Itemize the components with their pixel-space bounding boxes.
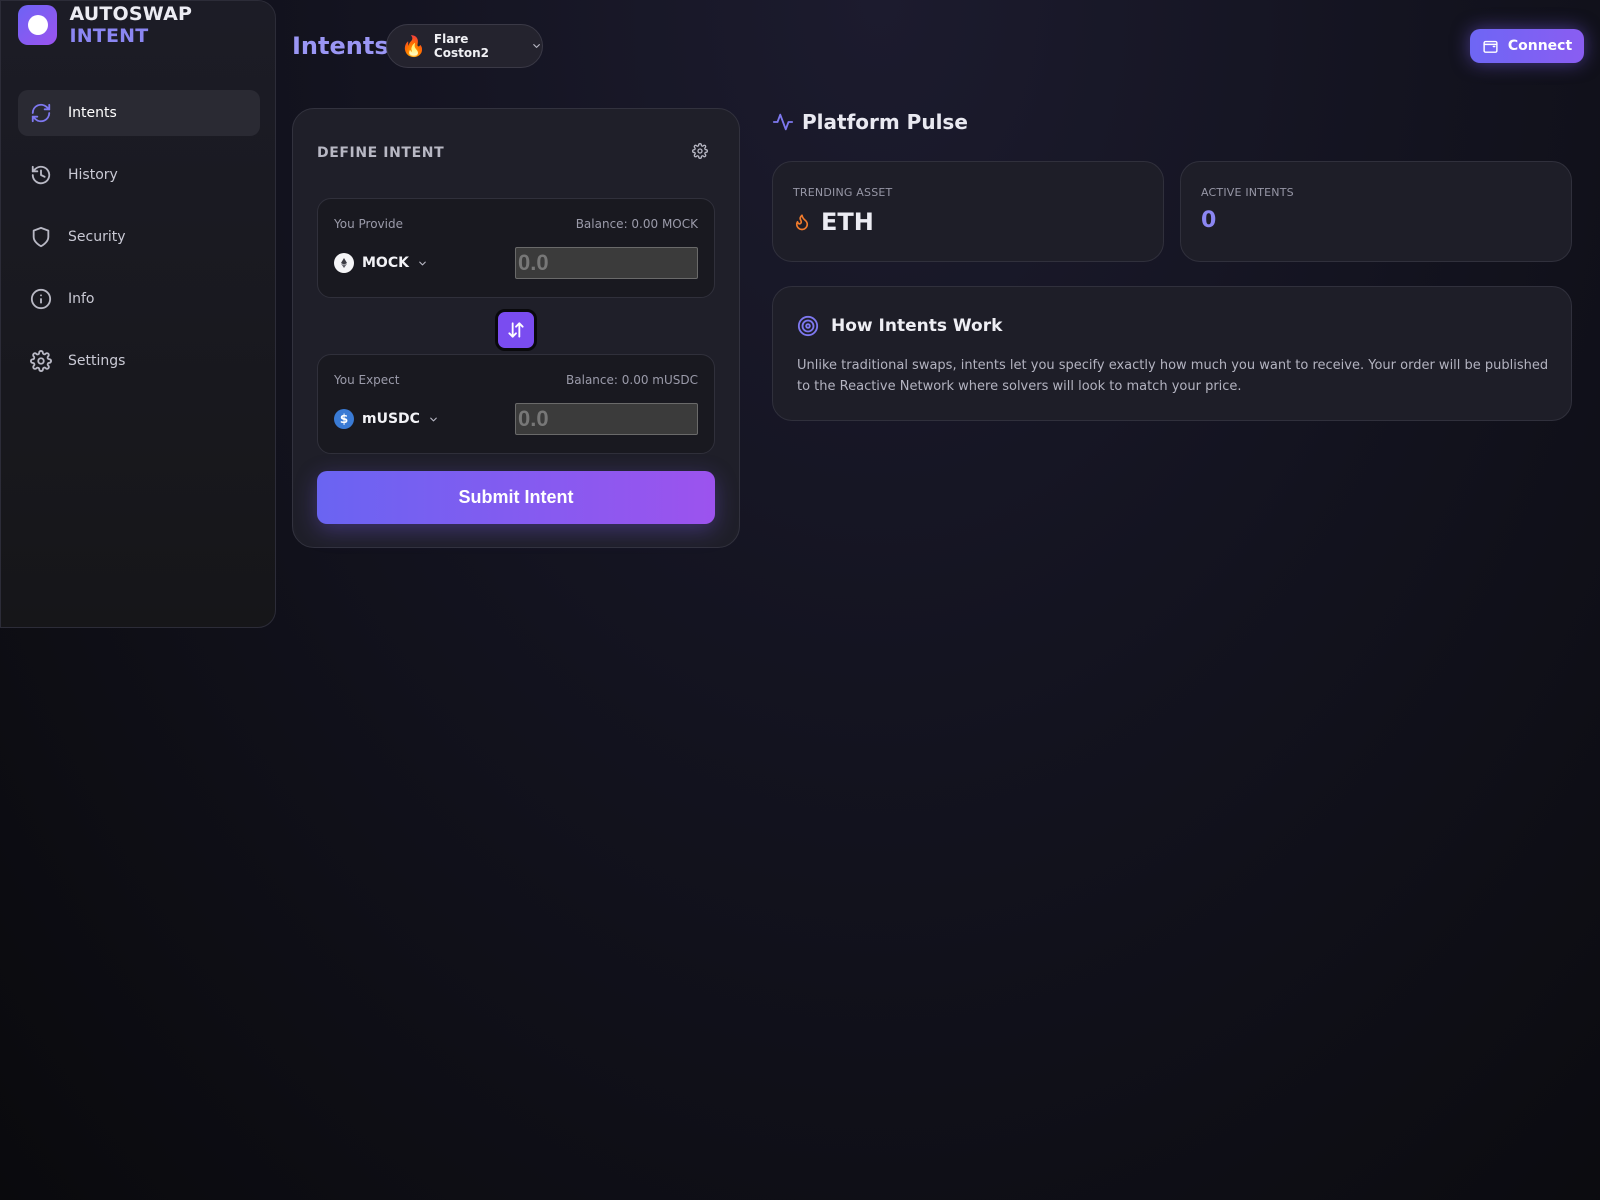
brand-name: AUTOSWAP INTENT [69, 3, 275, 47]
sidebar-item-label: Settings [68, 353, 126, 369]
card-title: DEFINE INTENT [317, 145, 445, 161]
sidebar-item-label: Intents [68, 105, 117, 121]
usdc-coin-icon: $ [334, 409, 354, 429]
gear-icon [30, 350, 52, 372]
target-icon [797, 315, 819, 337]
sidebar-item-history[interactable]: History [18, 152, 260, 198]
platform-pulse-header: Platform Pulse [772, 110, 968, 134]
connect-label: Connect [1507, 38, 1573, 54]
sidebar-item-intents[interactable]: Intents [18, 90, 260, 136]
platform-pulse-title: Platform Pulse [802, 110, 968, 134]
active-intents-value: 0 [1201, 208, 1217, 233]
expect-box: You Expect Balance: 0.00 mUSDC $ mUSDC [317, 354, 715, 454]
trending-asset-card: TRENDING ASSET ETH [772, 161, 1164, 262]
brand[interactable]: AUTOSWAP INTENT [18, 3, 275, 47]
chevron-down-icon [533, 44, 540, 48]
network-selector[interactable]: 🔥 Flare Coston2 [386, 24, 543, 68]
flame-icon: 🔥 [401, 34, 426, 58]
how-intents-work-title: How Intents Work [831, 316, 1003, 336]
sidebar-item-label: Security [68, 229, 126, 245]
expect-label: You Expect [334, 373, 400, 387]
expect-token-select[interactable]: $ mUSDC [334, 405, 447, 433]
activity-pulse-icon [772, 113, 794, 131]
expect-amount-input[interactable] [515, 403, 698, 435]
define-intent-card: DEFINE INTENT You Provide Balance: 0.00 … [292, 108, 740, 548]
trending-asset-label: TRENDING ASSET [793, 186, 893, 199]
sidebar-item-info[interactable]: Info [18, 276, 260, 322]
provide-amount-input[interactable] [515, 247, 698, 279]
brand-name-part1: AUTOSWAP [69, 3, 193, 25]
eth-diamond-icon [334, 253, 354, 273]
sidebar-item-label: History [68, 167, 118, 183]
brand-logo-icon [18, 5, 58, 45]
sidebar-nav: Intents History Security Info Settings [18, 90, 260, 400]
settings-gear-icon[interactable] [692, 143, 708, 159]
page-title: Intents [292, 32, 389, 60]
info-icon [30, 288, 52, 310]
chevron-down-icon [419, 261, 426, 265]
how-intents-work-card: How Intents Work Unlike traditional swap… [772, 286, 1572, 421]
history-icon [31, 165, 51, 185]
connect-button[interactable]: Connect [1470, 29, 1584, 63]
sidebar: AUTOSWAP INTENT Intents History Security [0, 0, 276, 628]
sidebar-item-label: Info [68, 291, 95, 307]
submit-intent-button[interactable]: Submit Intent [317, 471, 715, 524]
expect-token-symbol: mUSDC [362, 411, 420, 427]
provide-balance: Balance: 0.00 MOCK [575, 217, 698, 231]
provide-box: You Provide Balance: 0.00 MOCK MOCK [317, 198, 715, 298]
brand-name-part2: INTENT [69, 25, 149, 47]
provide-label: You Provide [334, 217, 403, 231]
wallet-icon [1483, 40, 1498, 53]
flame-icon [795, 214, 809, 231]
chevron-down-icon [430, 417, 437, 421]
active-intents-card: ACTIVE INTENTS 0 [1180, 161, 1572, 262]
expect-balance: Balance: 0.00 mUSDC [566, 373, 698, 387]
trending-asset-value: ETH [821, 208, 874, 236]
network-name: Flare Coston2 [433, 32, 489, 60]
swap-direction-button[interactable] [495, 309, 537, 351]
sidebar-item-settings[interactable]: Settings [18, 338, 260, 384]
provide-token-symbol: MOCK [362, 255, 409, 271]
how-intents-work-body: Unlike traditional swaps, intents let yo… [797, 358, 1549, 394]
swap-arrows-icon [508, 322, 524, 338]
shield-icon [32, 226, 50, 248]
active-intents-label: ACTIVE INTENTS [1201, 186, 1294, 199]
sidebar-item-security[interactable]: Security [18, 214, 260, 260]
provide-token-select[interactable]: MOCK [334, 249, 436, 277]
refresh-icon [31, 103, 51, 123]
